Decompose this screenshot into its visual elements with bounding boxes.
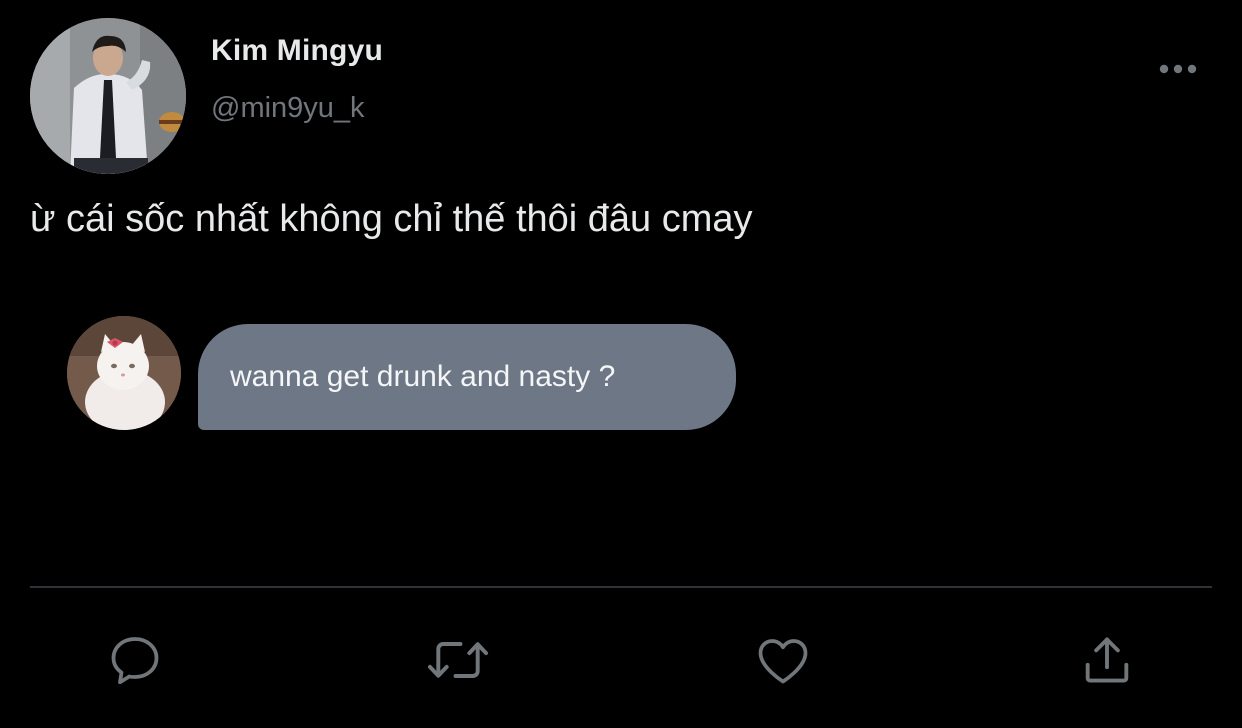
cat-avatar-image bbox=[67, 316, 181, 430]
author-avatar[interactable] bbox=[30, 18, 186, 174]
more-horizontal-icon bbox=[1159, 64, 1197, 74]
action-bar-divider bbox=[30, 586, 1212, 588]
share-icon bbox=[1085, 637, 1129, 683]
tweet: Kim Mingyu @min9yu_k ừ cái sốc nhất khôn… bbox=[0, 0, 1242, 728]
message-text: wanna get drunk and nasty ? bbox=[230, 360, 616, 393]
author-handle[interactable]: @min9yu_k bbox=[211, 92, 365, 125]
author-display-name[interactable]: Kim Mingyu bbox=[211, 34, 383, 68]
retweet-icon bbox=[427, 642, 489, 678]
author-avatar-image bbox=[30, 18, 186, 174]
message-sender-avatar bbox=[67, 316, 181, 430]
message-bubble: wanna get drunk and nasty ? bbox=[198, 324, 736, 430]
tweet-text: ừ cái sốc nhất không chỉ thế thôi đâu cm… bbox=[30, 198, 753, 240]
heart-icon bbox=[758, 639, 808, 684]
reply-button[interactable] bbox=[103, 628, 167, 692]
more-options-button[interactable] bbox=[1152, 52, 1206, 86]
reply-icon bbox=[111, 637, 159, 685]
share-button[interactable] bbox=[1075, 628, 1139, 692]
retweet-button[interactable] bbox=[426, 628, 490, 692]
like-button[interactable] bbox=[751, 628, 815, 692]
